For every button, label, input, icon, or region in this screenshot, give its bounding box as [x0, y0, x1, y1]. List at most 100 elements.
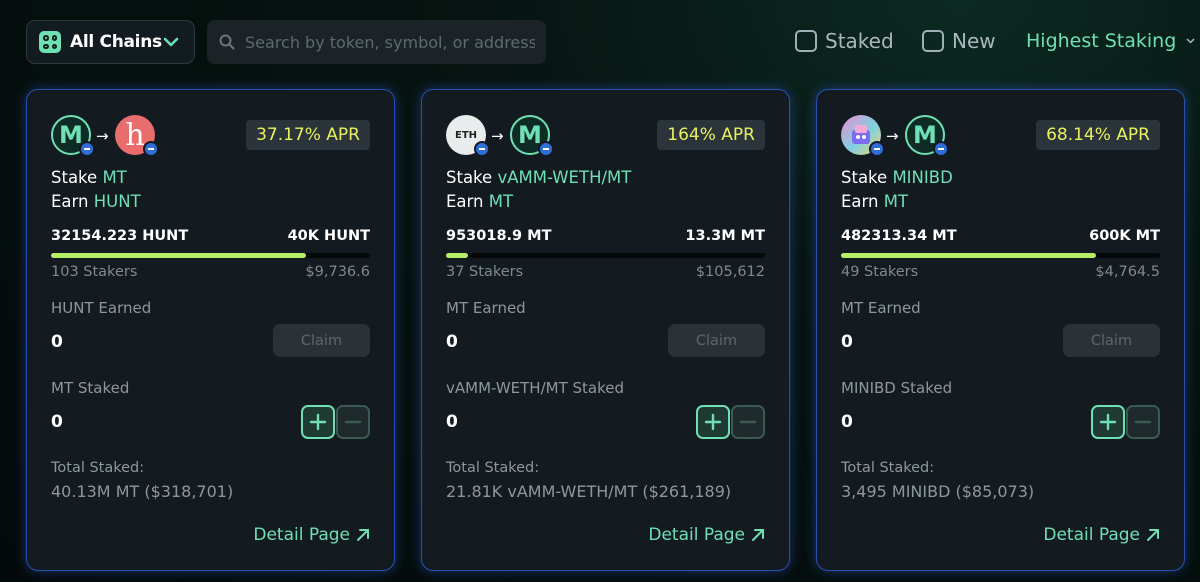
reward-progress-bar [446, 253, 765, 258]
staked-checkbox[interactable] [795, 30, 817, 52]
progress-fill [841, 253, 1097, 258]
unstake-minus-button[interactable] [336, 405, 370, 439]
detail-page-link[interactable]: Detail Page [253, 525, 370, 545]
stake-token: MINIBD [892, 168, 953, 187]
stake-line: Stake MT [51, 168, 127, 187]
search-box[interactable] [207, 20, 546, 64]
stake-line: Stake vAMM-WETH/MT [446, 168, 632, 187]
stakers-count: 103 Stakers [51, 264, 138, 280]
staking-card: ETH → M 164% APR Stake vAMM-WETH/MT Earn… [421, 89, 790, 571]
remaining-amount: 953018.9 MT [446, 228, 552, 244]
claim-button[interactable]: Claim [273, 324, 370, 357]
remaining-amount: 482313.34 MT [841, 228, 957, 244]
token-pair: ETH → M [446, 115, 556, 157]
minus-icon [739, 420, 757, 424]
reward-amounts: 32154.223 HUNT 40K HUNT [51, 228, 370, 244]
new-filter[interactable]: New [922, 29, 996, 53]
staking-card: → M 68.14% APR Stake MINIBD Earn MT 4823… [816, 89, 1185, 571]
search-icon [219, 34, 235, 50]
pool-meta: 49 Stakers $4,764.5 [841, 264, 1160, 280]
staked-label: MT Staked [51, 379, 130, 397]
earned-value: 0 [446, 332, 458, 352]
chain-badge-icon [933, 141, 949, 157]
stake-plus-button[interactable] [301, 405, 335, 439]
progress-fill [446, 253, 469, 258]
pool-usd-value: $9,736.6 [305, 264, 370, 280]
unstake-minus-button[interactable] [731, 405, 765, 439]
chain-badge-icon [538, 141, 554, 157]
staked-filter[interactable]: Staked [795, 29, 894, 53]
new-checkbox[interactable] [922, 30, 944, 52]
reward-progress-bar [51, 253, 370, 258]
grid-icon [39, 31, 61, 53]
minus-icon [344, 420, 362, 424]
new-filter-label: New [952, 29, 996, 53]
total-staked-value: 21.81K vAMM-WETH/MT ($261,189) [446, 482, 732, 501]
earn-token: MT [883, 192, 909, 211]
earn-line: Earn MT [446, 192, 514, 211]
staked-filter-label: Staked [825, 29, 894, 53]
pool-meta: 103 Stakers $9,736.6 [51, 264, 370, 280]
external-arrow-icon [1147, 529, 1159, 541]
sort-label: Highest Staking [1026, 30, 1177, 52]
detail-page-link[interactable]: Detail Page [1043, 525, 1160, 545]
earn-token: MT [488, 192, 514, 211]
chain-selector[interactable]: All Chains [26, 20, 195, 64]
external-arrow-icon [357, 529, 369, 541]
chain-badge-icon [143, 141, 159, 157]
stake-plus-button[interactable] [696, 405, 730, 439]
total-reward-amount: 40K HUNT [287, 228, 370, 244]
chain-badge-icon [474, 141, 490, 157]
staked-value: 0 [841, 412, 853, 432]
apr-badge: 164% APR [657, 120, 765, 150]
staked-label: MINIBD Staked [841, 379, 953, 397]
plus-icon [704, 413, 722, 431]
reward-progress-bar [841, 253, 1160, 258]
chain-badge-icon [79, 141, 95, 157]
total-reward-amount: 600K MT [1089, 228, 1160, 244]
pool-usd-value: $4,764.5 [1095, 264, 1160, 280]
chain-badge-icon [869, 141, 885, 157]
search-input[interactable] [245, 32, 535, 52]
stake-token: MT [102, 168, 127, 187]
earned-value: 0 [51, 332, 63, 352]
sort-dropdown[interactable]: Highest Staking [1026, 30, 1195, 52]
total-staked-value: 3,495 MINIBD ($85,073) [841, 482, 1035, 501]
pool-usd-value: $105,612 [695, 264, 765, 280]
earned-label: MT Earned [446, 299, 526, 317]
remaining-amount: 32154.223 HUNT [51, 228, 189, 244]
earned-label: MT Earned [841, 299, 921, 317]
pool-meta: 37 Stakers $105,612 [446, 264, 765, 280]
staked-value: 0 [446, 412, 458, 432]
earn-line: Earn MT [841, 192, 909, 211]
external-arrow-icon [752, 529, 764, 541]
token-pair: → M [841, 115, 951, 157]
arrow-right-icon: → [491, 127, 504, 145]
detail-page-link[interactable]: Detail Page [648, 525, 765, 545]
stakers-count: 49 Stakers [841, 264, 919, 280]
plus-icon [309, 413, 327, 431]
earn-line: Earn HUNT [51, 192, 141, 211]
staked-label: vAMM-WETH/MT Staked [446, 379, 625, 397]
chevron-down-icon [1186, 38, 1195, 44]
total-staked-label: Total Staked: [841, 460, 935, 476]
progress-fill [51, 253, 307, 258]
unstake-minus-button[interactable] [1126, 405, 1160, 439]
stakers-count: 37 Stakers [446, 264, 524, 280]
claim-button[interactable]: Claim [1063, 324, 1160, 357]
total-staked-label: Total Staked: [446, 460, 540, 476]
staked-value: 0 [51, 412, 63, 432]
stake-plus-button[interactable] [1091, 405, 1125, 439]
chain-selector-label: All Chains [70, 32, 162, 52]
minus-icon [1134, 420, 1152, 424]
total-staked-label: Total Staked: [51, 460, 145, 476]
arrow-right-icon: → [886, 127, 899, 145]
earned-value: 0 [841, 332, 853, 352]
token-pair: M → h [51, 115, 161, 157]
plus-icon [1099, 413, 1117, 431]
claim-button[interactable]: Claim [668, 324, 765, 357]
apr-badge: 68.14% APR [1036, 120, 1160, 150]
reward-amounts: 953018.9 MT 13.3M MT [446, 228, 765, 244]
staking-card: M → h 37.17% APR Stake MT Earn HUNT 3215… [26, 89, 395, 571]
total-staked-value: 40.13M MT ($318,701) [51, 482, 234, 501]
